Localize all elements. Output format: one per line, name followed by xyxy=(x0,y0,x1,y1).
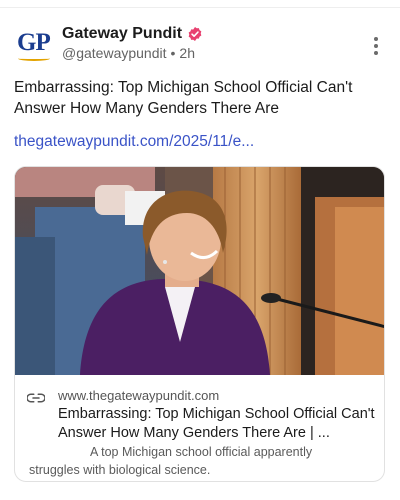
top-divider xyxy=(0,7,400,8)
article-thumbnail-graphic xyxy=(15,167,384,375)
author-meta-line: @gatewaypundit • 2h xyxy=(62,45,195,61)
link-preview-card[interactable]: www.thegatewaypundit.com Embarrassing: T… xyxy=(14,166,385,482)
avatar-swoosh xyxy=(18,56,50,61)
avatar[interactable]: GP xyxy=(14,24,52,62)
post-link[interactable]: thegatewaypundit.com/2025/11/e... xyxy=(14,133,254,151)
author-handle[interactable]: @gatewaypundit xyxy=(62,45,167,61)
link-title: Embarrassing: Top Michigan School Offici… xyxy=(58,406,375,441)
avatar-logo-text: GP xyxy=(17,29,51,56)
link-description-line-1: A top Michigan school official apparentl… xyxy=(90,445,313,459)
author-display-name[interactable]: Gateway Pundit xyxy=(62,25,182,43)
post-text: Embarrassing: Top Michigan School Offici… xyxy=(14,79,353,117)
post-header: GP Gateway Pundit @gatewaypundit • 2h xyxy=(14,24,386,68)
link-card-body: www.thegatewaypundit.com Embarrassing: T… xyxy=(15,375,384,481)
link-description-line-2: struggles with biological science. xyxy=(29,463,211,477)
meta-separator: • xyxy=(170,45,176,61)
article-thumbnail[interactable] xyxy=(15,167,384,375)
post-timestamp[interactable]: 2h xyxy=(179,45,195,61)
more-options-icon[interactable] xyxy=(366,36,386,56)
link-description: A top Michigan school official apparentl… xyxy=(15,443,384,479)
link-icon xyxy=(27,393,45,403)
link-domain: www.thegatewaypundit.com xyxy=(58,388,220,403)
verified-badge-icon xyxy=(188,27,202,41)
author-name-line: Gateway Pundit xyxy=(62,25,203,43)
